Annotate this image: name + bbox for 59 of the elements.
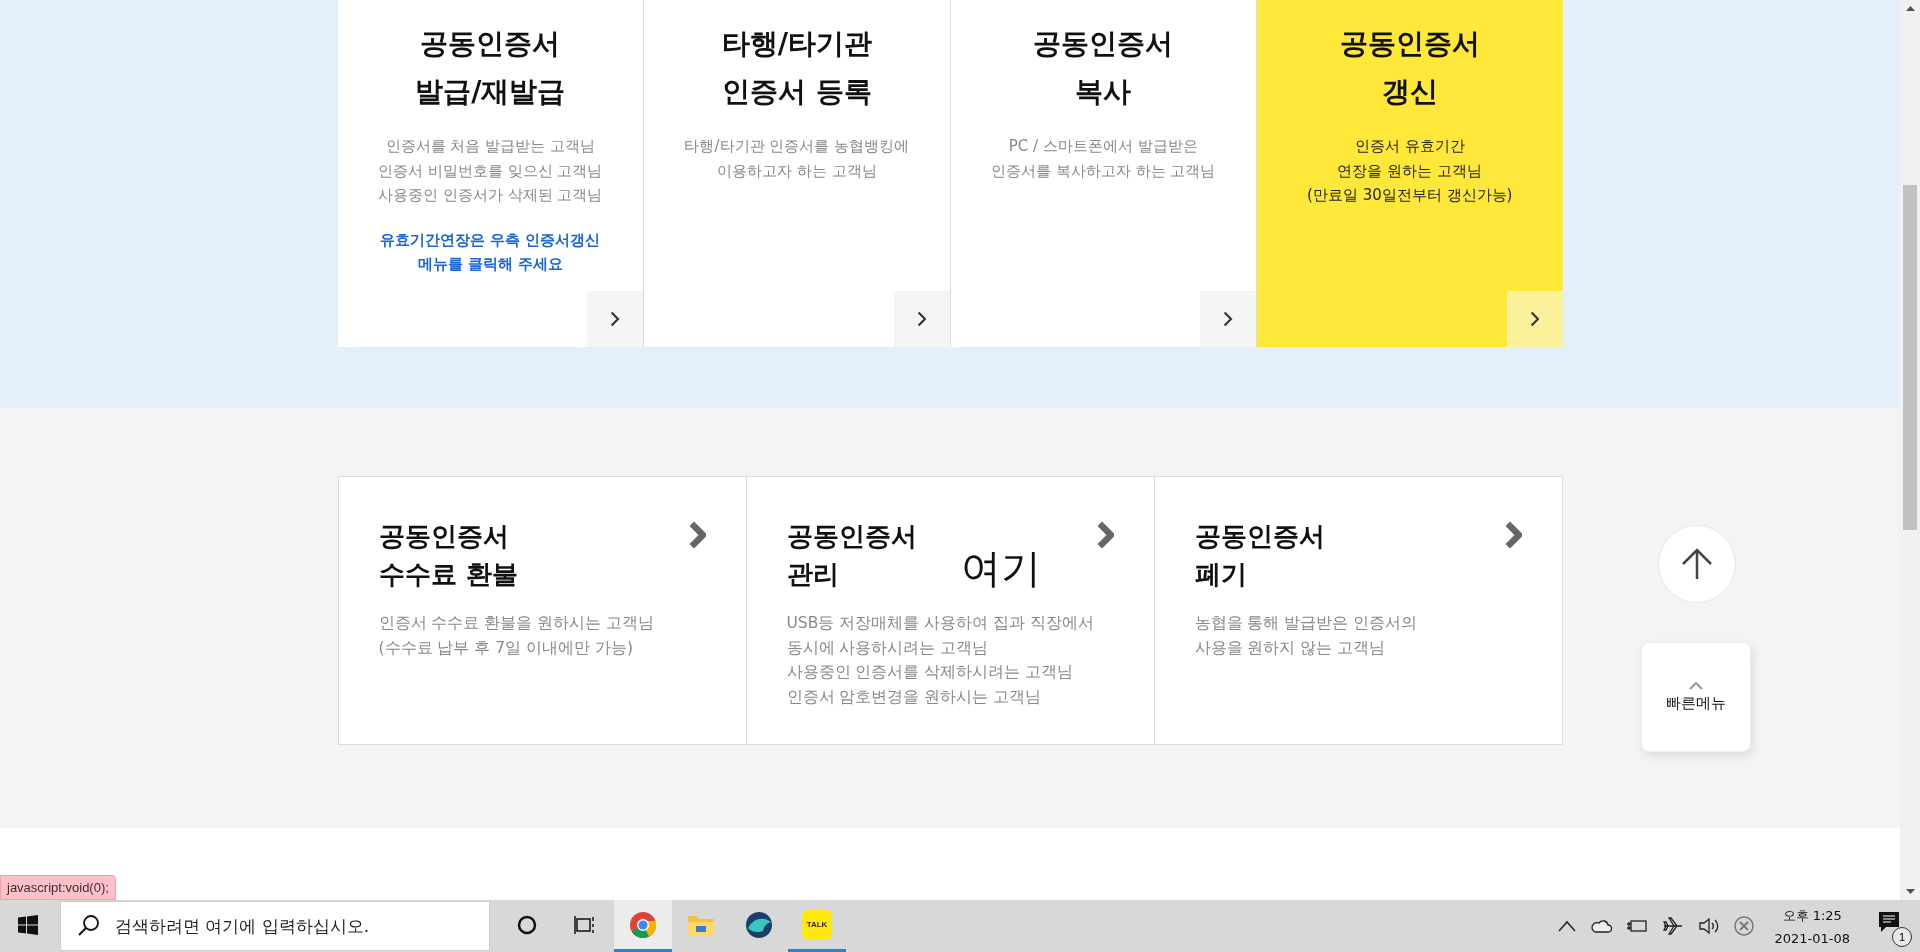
clock-date: 2021-01-08 [1774, 930, 1850, 946]
service-card[interactable]: 공동인증서 복사 PC / 스마트폰에서 발급받은 인증서를 복사하고자 하는 고객님 [950, 0, 1257, 347]
kakao-talk-icon: TALK [802, 909, 832, 940]
chevron-right-icon [1505, 521, 1522, 549]
card-title: 타행/타기관 인증서 등록 [721, 26, 872, 110]
windows-logo-icon [18, 914, 38, 935]
card-title: 공동인증서 갱신 [1339, 26, 1480, 110]
service-card[interactable]: 공동인증서 수수료 환불 인증서 수수료 환불을 원하시는 고객님 (수수료 납부 후 7일 이내에만 가능) [338, 477, 747, 744]
chrome-icon [629, 910, 657, 939]
notification-count: 1 [1892, 927, 1912, 947]
card-arrow-button[interactable] [1503, 521, 1524, 551]
chevron-right-icon [1097, 521, 1114, 549]
caret-up-icon [1689, 681, 1703, 690]
clock-time: 오후 1:25 [1782, 906, 1842, 925]
card-title: 공동인증서 복사 [1033, 26, 1174, 110]
card-title: 공동인증서 관리 [786, 520, 917, 591]
card-description: PC / 스마트폰에서 발급받은 인증서를 복사하고자 하는 고객님 [991, 136, 1216, 182]
cloud-icon[interactable] [1590, 919, 1613, 933]
circle-icon [517, 914, 537, 935]
card-description: USB등 저장매체를 사용하여 집과 직장에서 동시에 사용하시려는 고객님 사용중인 인증서를 삭제하시려는 고객님 인증서 암호변경을 원하시는 고객님 [786, 613, 1096, 708]
annotation-text: 여기 [960, 544, 1041, 593]
card-notice: 유효기간연장은 우측 인증서갱신 메뉴를 클릭해 주세요 [380, 229, 601, 275]
card-description: 농협을 통해 발급받은 인증서의 사용을 원하지 않는 고객님 [1194, 613, 1419, 659]
chevron-right-icon [916, 311, 927, 327]
arrow-up-icon [1680, 547, 1714, 581]
whale-icon [744, 909, 774, 940]
scrollbar[interactable] [1900, 0, 1920, 900]
scrollbar-thumb[interactable] [1903, 185, 1917, 530]
chevron-right-icon [1223, 311, 1233, 327]
service-card[interactable]: 공동인증서 갱신 인증서 유효기간 연장을 원하는 고객님 (만료일 30일전부터 갱신가능) [1257, 0, 1563, 347]
taskbar-search-field[interactable]: 검색하려면 여기에 입력하십시오. [60, 901, 490, 951]
service-card[interactable]: 공동인증서 발급/재발급 인증서를 처음 발급받는 고객님 인증서 비밀번호를 잊으신 고객님 사용중인 인증서가 삭제된 고객님 유효기간연장은 우측 인증서갱신 메뉴를 클릭해 주세요 [337, 0, 644, 347]
task-view-icon [574, 914, 596, 935]
card-title: 공동인증서 발급/재발급 [415, 26, 566, 110]
card-description: 인증서를 처음 발급받는 고객님 인증서 비밀번호를 잊으신 고객님 사용중인 인증서가 삭제된 고객님 [378, 136, 603, 206]
battery-icon[interactable] [1626, 919, 1649, 933]
chevron-right-icon [1529, 311, 1540, 327]
clock[interactable]: 오후 1:25 2021-01-08 [1768, 906, 1856, 946]
service-card[interactable]: 공동인증서 관리 여기 USB등 저장매체를 사용하여 집과 직장에서 동시에 사용하시려는 고객님 사용중인 인증서를 삭제하시려는 고객님 인증서 암호변경을 원하시는 고객님 [746, 477, 1155, 744]
chevron-right-icon [689, 521, 706, 549]
card-arrow-button[interactable] [1095, 521, 1116, 551]
speaker-icon[interactable] [1698, 917, 1721, 935]
card-description: 인증서 수수료 환불을 원하시는 고객님 (수수료 납부 후 7일 이내에만 가능) [378, 613, 656, 659]
quick-menu-button[interactable]: 빠른메뉴 [1641, 642, 1751, 752]
card-title: 공동인증서 수수료 환불 [378, 520, 518, 591]
chevron-right-icon [610, 311, 620, 327]
card-arrow-button[interactable] [687, 521, 708, 551]
card-description: 타행/타기관 인증서를 농협뱅킹에 이용하고자 하는 고객님 [684, 136, 910, 182]
service-card[interactable]: 타행/타기관 인증서 등록 타행/타기관 인증서를 농협뱅킹에 이용하고자 하는 고객님 [644, 0, 951, 347]
message-icon [1878, 911, 1900, 933]
card-title: 공동인증서 폐기 [1194, 520, 1325, 591]
airplane-icon[interactable] [1662, 915, 1685, 937]
taskbar-app-button[interactable] [614, 900, 672, 952]
chevron-up-icon[interactable] [1558, 920, 1577, 932]
service-card[interactable]: 공동인증서 폐기 농협을 통해 발급받은 인증서의 사용을 원하지 않는 고객님 [1154, 477, 1562, 744]
card-description: 인증서 유효기간 연장을 원하는 고객님 (만료일 30일전부터 갱신가능) [1307, 136, 1513, 206]
close-circle-icon[interactable] [1734, 916, 1755, 936]
notification-button[interactable]: 1 [1870, 905, 1912, 947]
taskbar-app-button[interactable]: TALK [788, 900, 846, 952]
